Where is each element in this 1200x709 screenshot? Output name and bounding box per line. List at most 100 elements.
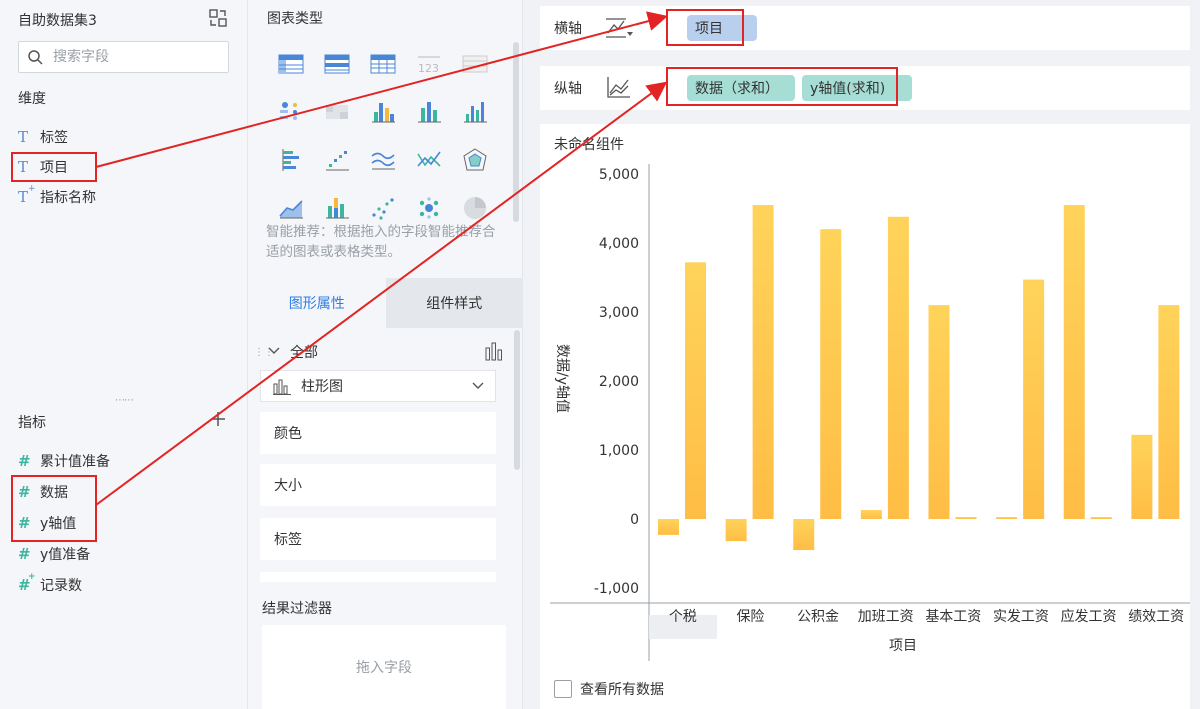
measure-item[interactable]: # 累计值准备 xyxy=(18,449,110,473)
dimension-item-project[interactable]: T 项目 xyxy=(18,155,68,179)
x-tick-label: 个税 xyxy=(669,609,697,625)
chevron-down-icon xyxy=(471,379,485,393)
radar-chart-icon[interactable] xyxy=(452,136,498,184)
color-property[interactable]: 颜色 xyxy=(260,412,496,454)
chart-type-scrollbar[interactable] xyxy=(513,42,519,222)
table-icon[interactable] xyxy=(268,40,314,88)
measure-item-y-value[interactable]: # y轴值 xyxy=(18,511,76,535)
chart-type-title: 图表类型 xyxy=(267,11,323,27)
kpi-table-icon[interactable] xyxy=(452,40,498,88)
x-axis-label: 横轴 xyxy=(554,21,582,37)
switch-dataset-icon[interactable] xyxy=(208,8,228,28)
number-type-icon: # xyxy=(18,514,31,532)
x-tick-label: 保险 xyxy=(736,609,764,625)
result-filter-title: 结果过滤器 xyxy=(262,601,332,617)
tab-component-style[interactable]: 组件样式 xyxy=(385,278,523,328)
multi-bar-icon[interactable] xyxy=(452,88,498,136)
checkbox[interactable] xyxy=(554,680,572,698)
y-tick-label: 3,000 xyxy=(599,305,639,321)
dimension-label: 项目 xyxy=(40,160,68,176)
y-tick-label: 5,000 xyxy=(599,167,639,183)
bar xyxy=(820,229,842,519)
measure-item[interactable]: # y值准备 xyxy=(18,542,90,566)
y-axis-title: 数据/y轴值 xyxy=(554,344,570,413)
search-icon xyxy=(27,49,43,65)
y-tick-label: 1,000 xyxy=(599,443,639,459)
show-all-data-toggle[interactable]: 查看所有数据 xyxy=(554,679,664,699)
size-property[interactable]: 大小 xyxy=(260,464,496,506)
measure-label: 累计值准备 xyxy=(40,454,110,470)
dataset-title: 自助数据集3 xyxy=(18,13,97,29)
x-axis-shelf[interactable]: 横轴 项目 xyxy=(540,6,1190,50)
y-axis-label: 纵轴 xyxy=(554,81,582,97)
y-axis-field-pill[interactable]: y轴值(求和) xyxy=(802,75,912,101)
x-tick-label: 公积金 xyxy=(797,609,839,625)
line-chart-icon[interactable] xyxy=(360,136,406,184)
resize-handle[interactable]: ⋯⋯ xyxy=(115,396,134,406)
chart-component: 未命名组件 5,000 4,000 3,000 2,000 1,000 0 -1,000 数据… xyxy=(540,124,1190,709)
dimension-item-metric-name[interactable]: T + 指标名称 xyxy=(18,184,96,209)
grouped-bar-icon[interactable] xyxy=(360,88,406,136)
polyline-chart-icon[interactable] xyxy=(406,136,452,184)
x-tick-label: 绩效工资 xyxy=(1128,609,1184,625)
tab-graph-properties[interactable]: 图形属性 xyxy=(248,278,386,328)
y-axis-field-pill[interactable]: 数据（求和） xyxy=(687,75,795,101)
bar xyxy=(725,519,747,542)
chevron-down-icon[interactable] xyxy=(268,345,282,360)
all-marks-label: 全部 xyxy=(290,345,318,361)
property-row-partial xyxy=(260,572,496,582)
number-type-icon: # xyxy=(18,452,31,470)
chart-type-grid: 123 xyxy=(268,40,498,232)
text-type-icon: T xyxy=(18,128,29,146)
number-type-icon: # xyxy=(18,545,31,563)
chart-type-select[interactable]: 柱形图 xyxy=(260,370,496,402)
x-axis-type-icon[interactable] xyxy=(604,15,634,41)
bar-chart-icon xyxy=(484,340,504,362)
bar-chart-icon xyxy=(273,377,291,395)
kpi-number-icon[interactable]: 123 xyxy=(406,40,452,88)
y-tick-label: 2,000 xyxy=(599,374,639,390)
plus-icon[interactable] xyxy=(210,408,226,428)
drag-handle-icon[interactable]: ⋮⋮ xyxy=(254,347,274,357)
y-axis-type-icon[interactable] xyxy=(604,75,634,101)
measure-item-record-count[interactable]: # + 记录数 xyxy=(18,572,82,597)
bar xyxy=(685,262,706,519)
group-table-icon[interactable] xyxy=(314,40,360,88)
bar xyxy=(1063,205,1085,520)
all-marks-row[interactable]: ⋮⋮ 全部 xyxy=(254,340,504,364)
bar xyxy=(658,519,679,535)
bar-chart: 5,000 4,000 3,000 2,000 1,000 0 -1,000 数据/y轴值个税… xyxy=(550,164,1190,661)
bar xyxy=(1090,517,1112,519)
measure-label: 数据 xyxy=(40,485,68,501)
number-type-icon: # xyxy=(18,483,31,501)
scatter-bar-icon[interactable] xyxy=(314,136,360,184)
search-input[interactable] xyxy=(53,47,223,67)
bar xyxy=(1131,434,1153,519)
dimension-label: 标签 xyxy=(40,130,68,146)
heat-table-icon[interactable] xyxy=(314,88,360,136)
recommend-text: 智能推荐：根据拖入的字段智能推荐合适的图表或表格类型。 xyxy=(266,224,496,260)
dimension-label: 指标名称 xyxy=(40,190,96,206)
property-scrollbar[interactable] xyxy=(514,330,520,470)
bubble-table-icon[interactable] xyxy=(268,88,314,136)
field-search[interactable] xyxy=(18,41,229,73)
x-tick-label: 基本工资 xyxy=(925,608,981,625)
x-axis-field-pill[interactable]: 项目 xyxy=(687,15,757,41)
bar xyxy=(793,519,815,551)
measure-item-data[interactable]: # 数据 xyxy=(18,480,68,504)
y-axis-shelf[interactable]: 纵轴 数据（求和） y轴值(求和) xyxy=(540,66,1190,110)
filter-drop-zone[interactable]: 拖入字段 xyxy=(262,625,506,709)
measure-label: 记录数 xyxy=(40,578,82,594)
y-tick-label: 0 xyxy=(630,512,639,528)
x-tick-label: 加班工资 xyxy=(858,609,914,625)
bar-chart-icon[interactable] xyxy=(406,88,452,136)
cross-table-icon[interactable] xyxy=(360,40,406,88)
dimension-item-tag[interactable]: T 标签 xyxy=(18,125,68,149)
bar xyxy=(1023,279,1045,519)
measure-label: y轴值 xyxy=(40,516,77,532)
bar xyxy=(752,205,774,520)
bar xyxy=(996,517,1018,519)
horizontal-bar-icon[interactable] xyxy=(268,136,314,184)
label-property[interactable]: 标签 xyxy=(260,518,496,560)
bar xyxy=(887,216,909,519)
